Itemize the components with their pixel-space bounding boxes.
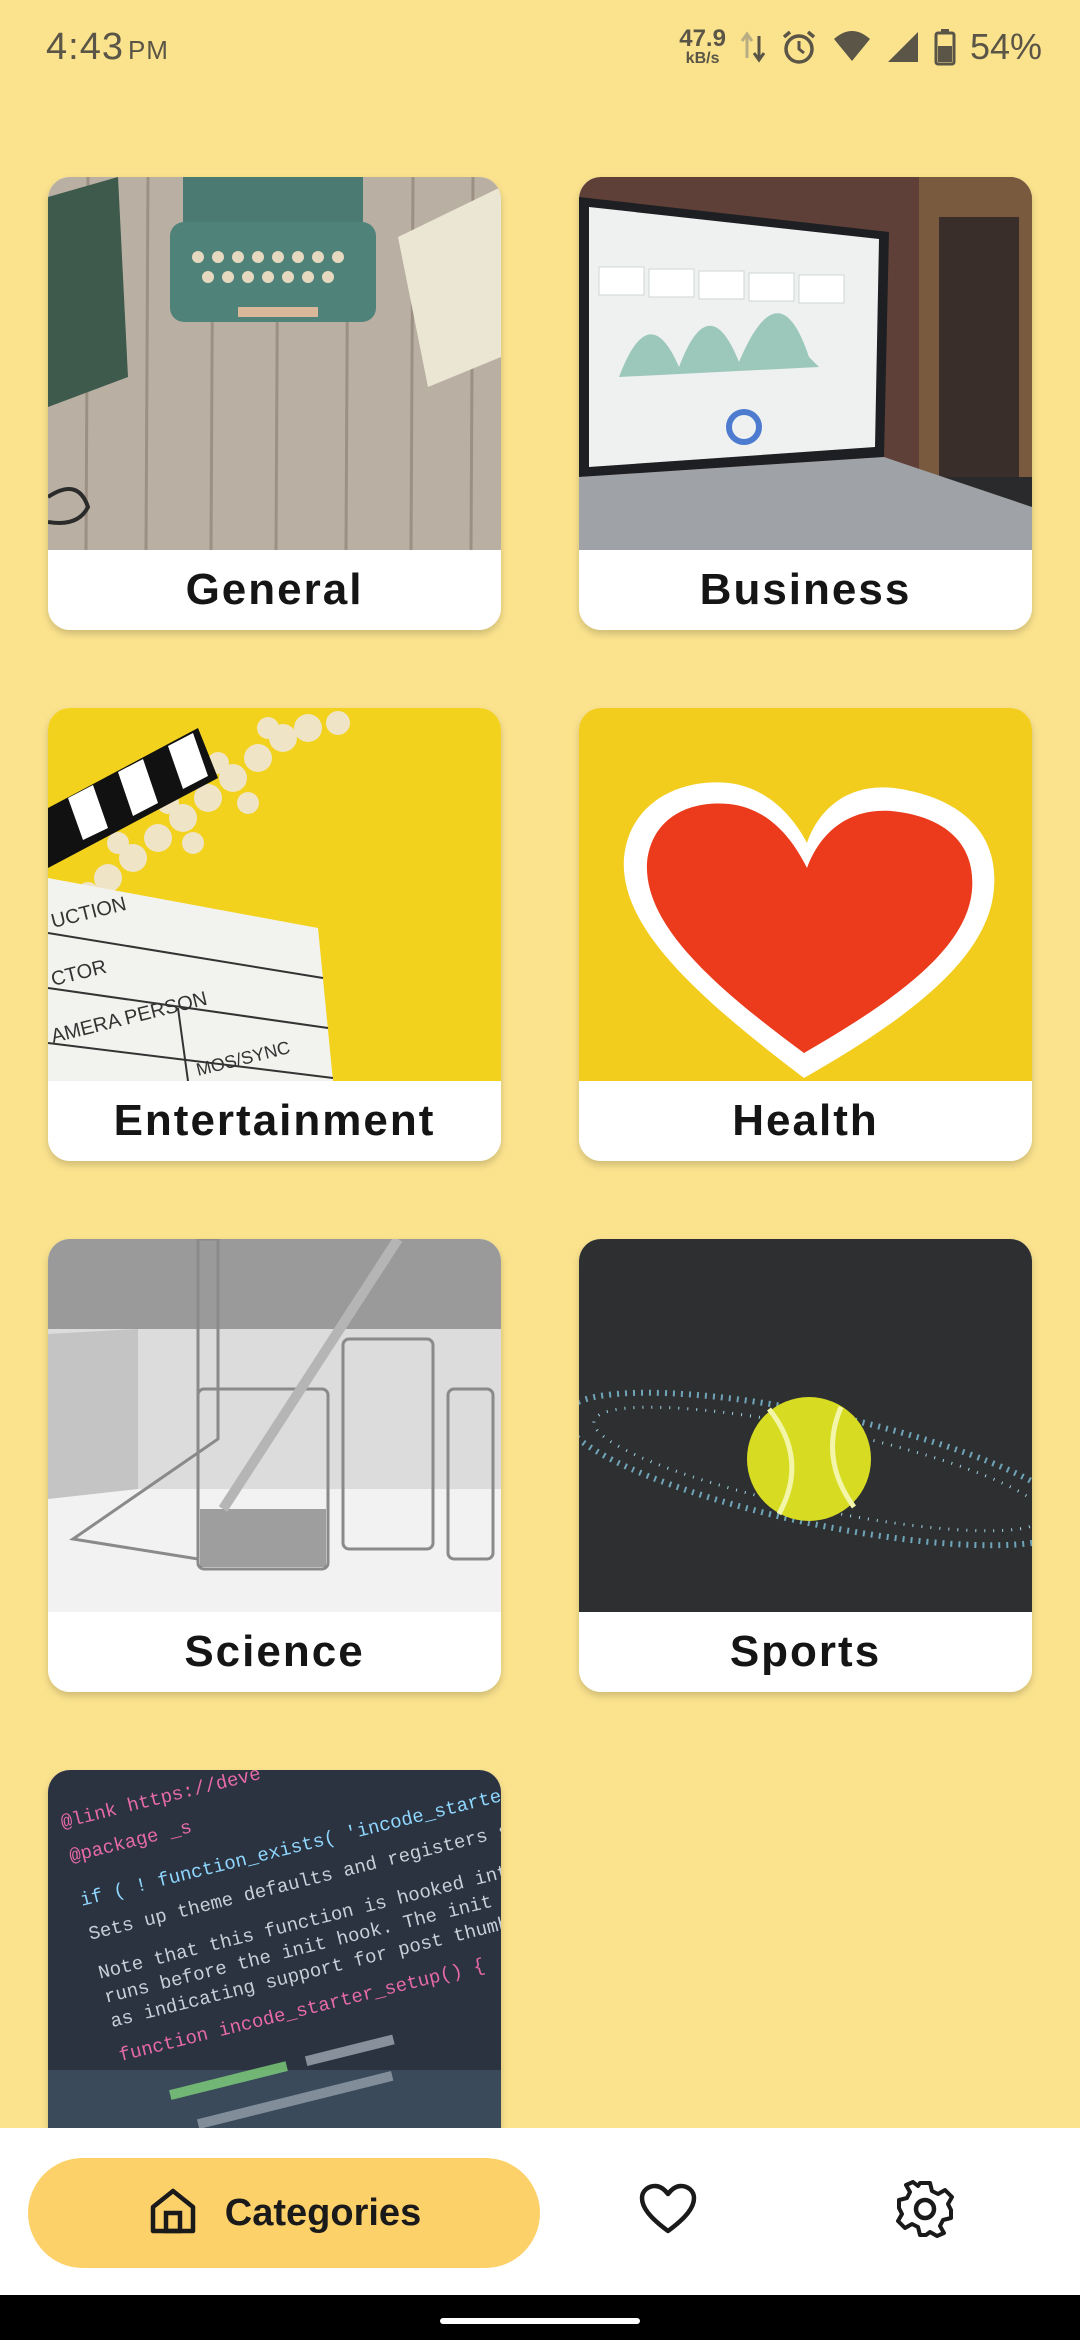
- category-card-health[interactable]: Health: [579, 708, 1032, 1161]
- network-speed: 47.9 kB/s: [679, 27, 726, 67]
- bottom-navigation: Categories: [0, 2128, 1080, 2295]
- clapperboard-popcorn-photo: UCTION CTOR AMERA PERSON MOS/SYNC: [48, 708, 501, 1081]
- signal-icon: [886, 30, 920, 64]
- lab-glassware-photo: [48, 1239, 501, 1612]
- code-screen-photo: @link https://deve @package _s if ( ! fu…: [48, 1770, 501, 2150]
- nav-favorites-button[interactable]: [633, 2176, 703, 2246]
- battery-percent: 54%: [969, 26, 1042, 67]
- category-card-science[interactable]: Science: [48, 1239, 501, 1692]
- category-card-entertainment[interactable]: UCTION CTOR AMERA PERSON MOS/SYNC Entert…: [48, 708, 501, 1161]
- category-label: Business: [579, 550, 1032, 630]
- heart-wall-photo: [579, 708, 1032, 1081]
- category-card-general[interactable]: General: [48, 177, 501, 630]
- tennis-ball-photo: [579, 1239, 1032, 1612]
- heart-icon: [639, 2183, 697, 2240]
- home-icon: [147, 2185, 199, 2242]
- net-speed-value: 47.9: [679, 25, 726, 52]
- battery-icon: [934, 28, 956, 66]
- nav-settings-button[interactable]: [890, 2176, 960, 2246]
- net-speed-unit: kB/s: [685, 50, 720, 67]
- nav-categories-label: Categories: [224, 2191, 422, 2234]
- wifi-icon: [832, 29, 872, 65]
- alarm-icon: [780, 28, 818, 66]
- time-text: 4:43: [46, 26, 124, 68]
- category-label: Entertainment: [48, 1081, 501, 1161]
- home-gesture-handle[interactable]: [440, 2318, 640, 2324]
- typewriter-photo: [48, 177, 501, 550]
- category-card-business[interactable]: Business: [579, 177, 1032, 630]
- laptop-dashboard-photo: [579, 177, 1032, 550]
- data-arrows-icon: [740, 28, 766, 66]
- gear-icon: [896, 2179, 954, 2243]
- status-icons: 47.9 kB/s 54%: [679, 26, 1042, 68]
- category-label: Health: [579, 1081, 1032, 1161]
- category-card-code[interactable]: @link https://deve @package _s if ( ! fu…: [48, 1770, 501, 2150]
- status-time: 4:43 PM: [46, 26, 169, 69]
- status-bar: 4:43 PM 47.9 kB/s 54%: [0, 0, 1080, 100]
- nav-categories-button[interactable]: Categories: [28, 2158, 540, 2268]
- category-card-sports[interactable]: Sports: [579, 1239, 1032, 1692]
- category-label: Science: [48, 1612, 501, 1692]
- time-ampm: PM: [127, 35, 169, 65]
- category-label: General: [48, 550, 501, 630]
- category-label: Sports: [579, 1612, 1032, 1692]
